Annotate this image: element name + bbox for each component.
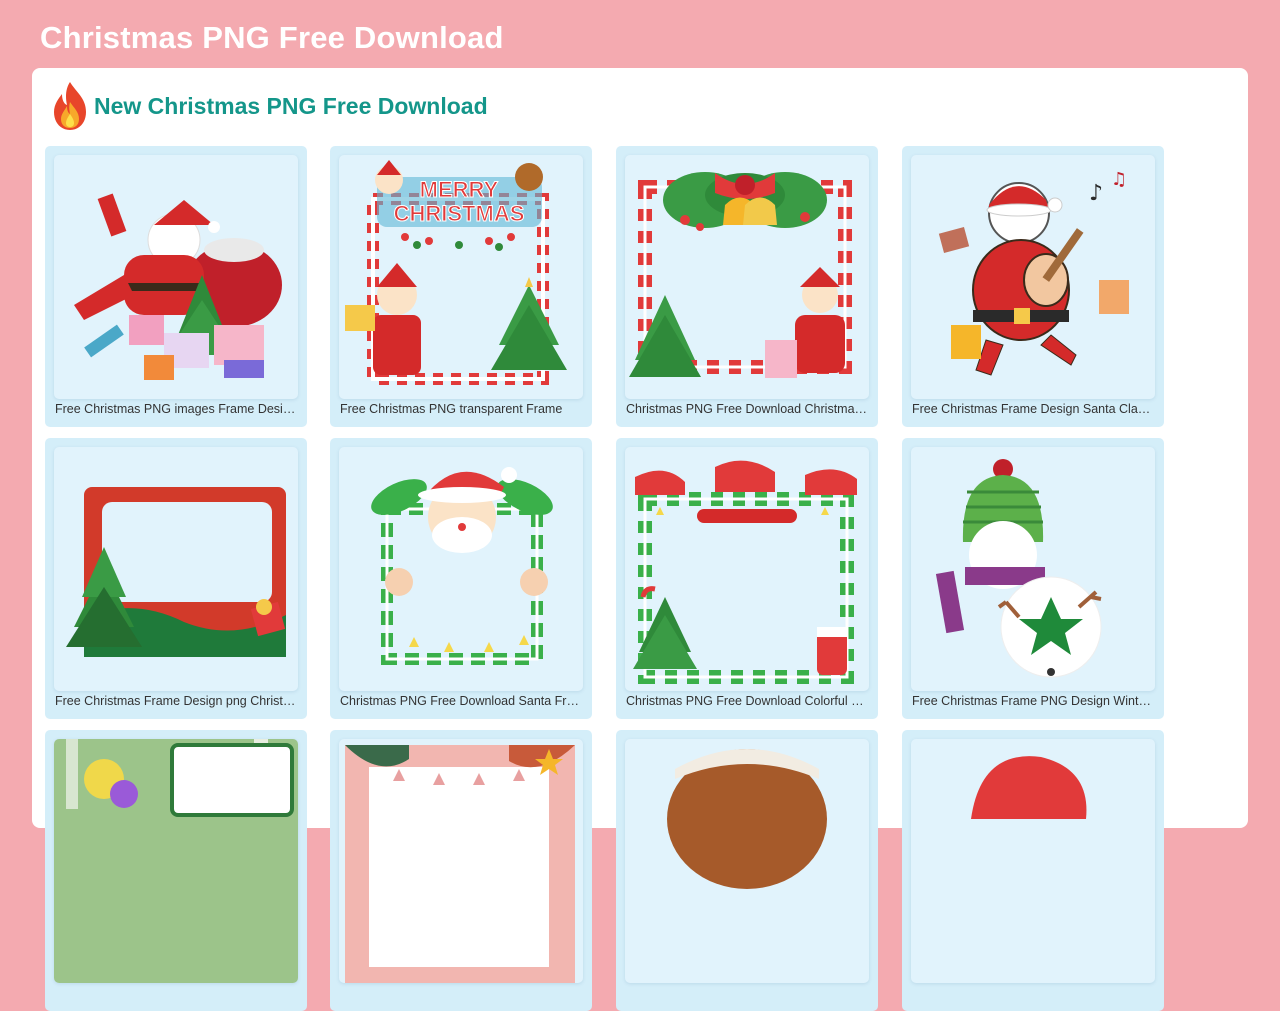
card-caption[interactable]: Free Christmas Frame Design Santa Claus … <box>912 402 1156 416</box>
banner-frame-image <box>345 745 575 983</box>
forest-frame-image <box>54 739 298 983</box>
section-header: New Christmas PNG Free Download <box>50 80 488 132</box>
svg-text:CHRISTMAS: CHRISTMAS <box>394 201 525 226</box>
image-card[interactable]: Free Christmas Frame PNG Design Winter S… <box>902 438 1164 719</box>
content-panel: New Christmas PNG Free Download Free Chr… <box>32 68 1248 1011</box>
merry-christmas-frame-image: MERRY CHRISTMAS <box>345 160 567 385</box>
image-card[interactable] <box>616 730 878 1011</box>
image-card[interactable] <box>45 730 307 1011</box>
candy-cane-frame-image <box>633 460 857 684</box>
svg-text:♪: ♪ <box>1089 181 1103 206</box>
card-caption[interactable]: Free Christmas PNG images Frame Design S… <box>55 402 299 416</box>
card-thumbnail[interactable] <box>339 739 583 983</box>
dome-image <box>667 749 827 889</box>
image-card[interactable] <box>902 730 1164 1011</box>
santa-green-frame-image <box>371 467 553 665</box>
card-caption[interactable]: Free Christmas PNG transparent Frame <box>340 402 584 416</box>
card-thumbnail[interactable] <box>911 447 1155 691</box>
card-thumbnail[interactable] <box>625 447 869 691</box>
flame-icon <box>54 82 86 130</box>
card-caption[interactable]: Christmas PNG Free Download Santa Frame <box>340 694 584 708</box>
card-caption[interactable]: Free Christmas Frame PNG Design Winter S… <box>912 694 1156 708</box>
bell-frame-image <box>629 172 852 378</box>
santa-guitar-image: ♪ ♫ <box>938 169 1129 376</box>
santa-gifts-image <box>74 193 282 380</box>
image-card[interactable]: MERRY CHRISTMAS Free Christmas PNG trans… <box>330 146 592 427</box>
image-card[interactable]: Free Christmas PNG images Frame Design S… <box>45 146 307 427</box>
image-card[interactable] <box>330 730 592 1011</box>
image-card[interactable]: Christmas PNG Free Download Colorful Fra… <box>616 438 878 719</box>
image-card[interactable]: Christmas PNG Free Download Santa Frame <box>330 438 592 719</box>
image-card[interactable]: Free Christmas Frame Design png Christma… <box>45 438 307 719</box>
section-title: New Christmas PNG Free Download <box>94 92 488 119</box>
snowman-image <box>935 459 1102 678</box>
card-thumbnail[interactable]: MERRY CHRISTMAS <box>339 155 583 399</box>
card-thumbnail[interactable] <box>625 155 869 399</box>
svg-text:MERRY: MERRY <box>420 177 499 202</box>
card-thumbnail[interactable] <box>54 155 298 399</box>
image-card[interactable]: Christmas PNG Free Download Christmas Be… <box>616 146 878 427</box>
card-thumbnail[interactable] <box>54 739 298 983</box>
santa-hat-image <box>971 756 1087 819</box>
card-caption[interactable]: Christmas PNG Free Download Christmas Be… <box>626 402 870 416</box>
card-thumbnail[interactable] <box>339 447 583 691</box>
svg-text:♫: ♫ <box>1111 169 1127 190</box>
card-caption[interactable]: Free Christmas Frame Design png Christma… <box>55 694 299 708</box>
card-thumbnail[interactable]: ♪ ♫ <box>911 155 1155 399</box>
card-thumbnail[interactable] <box>54 447 298 691</box>
red-frame-tree-image <box>66 487 286 657</box>
card-caption[interactable]: Christmas PNG Free Download Colorful Fra… <box>626 694 870 708</box>
card-thumbnail[interactable] <box>625 739 869 983</box>
image-card[interactable]: ♪ ♫ Free Christmas Frame Design Santa Cl… <box>902 146 1164 427</box>
page-title: Christmas PNG Free Download <box>40 20 504 55</box>
card-thumbnail[interactable] <box>911 739 1155 983</box>
